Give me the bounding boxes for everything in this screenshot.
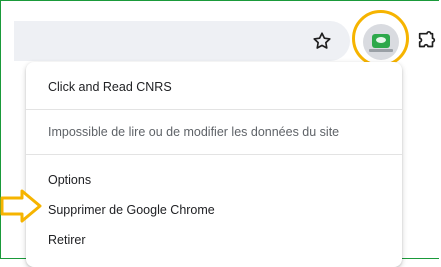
bookmark-star-icon[interactable] [311, 30, 333, 52]
menu-divider [26, 109, 402, 110]
menu-item-remove-from-chrome[interactable]: Supprimer de Google Chrome [48, 203, 215, 217]
puzzle-icon[interactable] [416, 30, 438, 52]
address-bar[interactable] [14, 21, 350, 61]
highlight-circle-annotation [352, 10, 409, 67]
menu-item-options[interactable]: Options [48, 173, 91, 187]
site-access-notice: Impossible de lire ou de modifier les do… [48, 125, 340, 139]
arrow-annotation [0, 188, 44, 224]
menu-title[interactable]: Click and Read CNRS [48, 80, 172, 94]
extension-context-menu: Click and Read CNRS Impossible de lire o… [26, 62, 402, 267]
menu-divider [26, 154, 402, 155]
menu-item-unpin[interactable]: Retirer [48, 233, 86, 247]
